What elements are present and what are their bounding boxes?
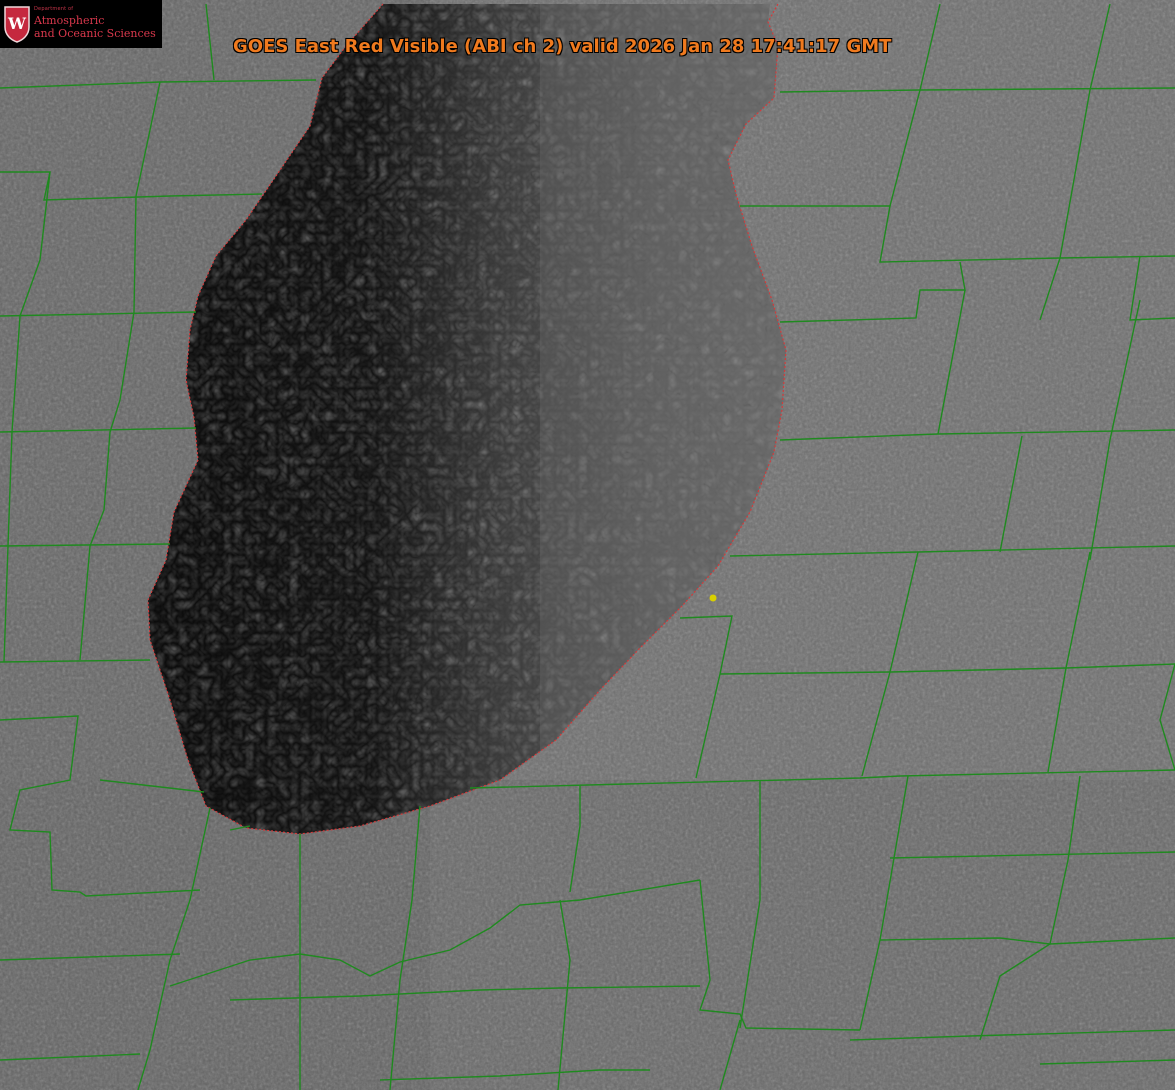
logo-line-1: Atmospheric (34, 14, 105, 27)
uw-crest-icon: W (4, 6, 30, 43)
satellite-image: W Department of Atmospheric and Oceanic … (0, 0, 1175, 1090)
logo-department-text: Department of (34, 6, 74, 12)
svg-text:W: W (7, 14, 27, 33)
department-logo: W Department of Atmospheric and Oceanic … (0, 0, 162, 48)
satellite-map (0, 0, 1175, 1090)
image-title: GOES East Red Visible (ABI ch 2) valid 2… (233, 36, 892, 57)
logo-line-2: and Oceanic Sciences (34, 27, 156, 40)
station-marker (709, 594, 717, 602)
